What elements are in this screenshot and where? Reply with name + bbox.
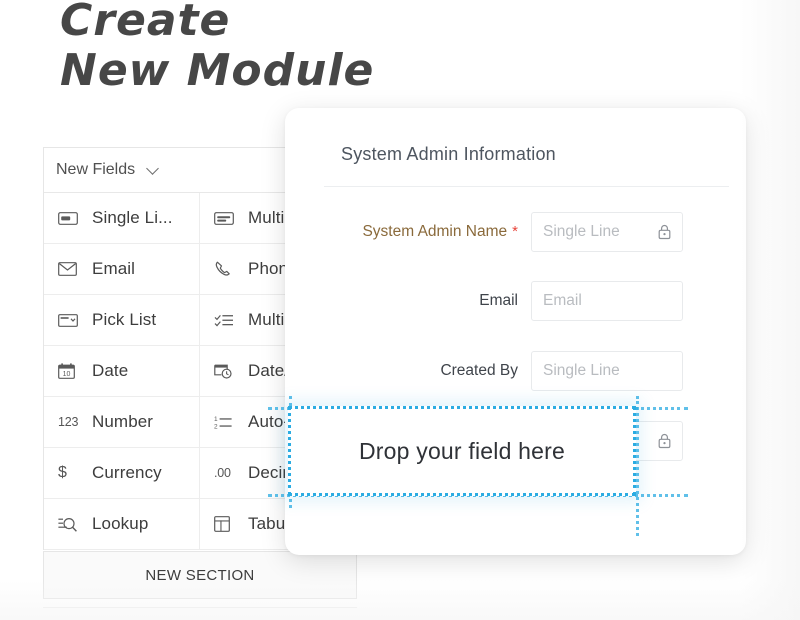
field-item-label: Single Li...	[92, 208, 173, 227]
field-item-label: Multi-	[248, 208, 291, 227]
created-by-input[interactable]: Single Line	[531, 351, 683, 391]
lock-icon	[658, 224, 671, 240]
drop-zone-label: Drop your field here	[359, 437, 565, 464]
page-title: Create New Module	[60, 0, 375, 96]
single-line-icon	[58, 209, 84, 227]
drop-guide-right	[636, 396, 639, 536]
svg-text:2: 2	[214, 424, 218, 430]
panel-bottom-divider	[43, 607, 357, 608]
card-divider	[324, 186, 729, 187]
chevron-down-icon	[147, 164, 159, 176]
form-row-created-by: Created By Single Line	[325, 351, 700, 391]
multi-select-icon	[214, 311, 240, 329]
multi-line-icon	[214, 209, 240, 227]
new-section-button[interactable]: NEW SECTION	[43, 551, 357, 599]
field-item-label: Date/	[248, 361, 290, 380]
calendar-icon: 10	[58, 362, 84, 380]
field-item-label: Number	[92, 412, 154, 431]
field-item-lookup[interactable]: Lookup	[44, 499, 200, 550]
new-section-label: NEW SECTION	[145, 566, 255, 584]
field-item-email[interactable]: Email	[44, 244, 200, 295]
tabular-icon	[214, 515, 240, 533]
date-time-icon	[214, 362, 240, 380]
input-placeholder: Single Line	[543, 223, 620, 240]
field-label-system-admin-name: System Admin Name *	[362, 223, 518, 240]
auto-number-icon: 12	[214, 413, 240, 431]
field-item-label: Email	[92, 259, 136, 278]
svg-text:10: 10	[63, 371, 71, 378]
input-placeholder: Single Line	[543, 362, 620, 379]
svg-text:1: 1	[214, 416, 218, 423]
field-item-label: Tabul	[248, 514, 290, 533]
page-edge-right	[740, 0, 800, 620]
field-item-number[interactable]: 123 Number	[44, 397, 200, 448]
lookup-icon	[58, 515, 84, 533]
card-title: System Admin Information	[341, 144, 556, 164]
required-asterisk: *	[512, 223, 518, 240]
form-row-email: Email Email	[325, 281, 700, 321]
field-label-created-by: Created By	[440, 362, 518, 379]
lock-icon	[658, 433, 671, 449]
field-item-label: Pick List	[92, 310, 157, 329]
field-item-label: Multi-	[248, 310, 291, 329]
dollar-icon: $	[58, 464, 67, 481]
phone-icon	[214, 260, 240, 278]
pick-list-icon	[58, 311, 84, 329]
system-admin-name-input[interactable]: Single Line	[531, 212, 683, 252]
form-row-system-admin-name: System Admin Name * Single Line	[325, 212, 700, 252]
field-label-email: Email	[479, 292, 518, 309]
input-placeholder: Email	[543, 292, 582, 309]
drop-zone[interactable]: Drop your field here	[288, 406, 636, 496]
field-item-label: Lookup	[92, 514, 149, 533]
123-icon: 123	[58, 415, 79, 429]
email-input[interactable]: Email	[531, 281, 683, 321]
decimal-icon: .00	[214, 466, 231, 480]
field-item-pick-list[interactable]: Pick List	[44, 295, 200, 346]
field-item-label: Auto-	[248, 412, 290, 431]
new-fields-label: New Fields	[56, 161, 136, 178]
field-item-label: Date	[92, 361, 129, 380]
envelope-icon	[58, 260, 84, 278]
field-item-single-line[interactable]: Single Li...	[44, 193, 200, 244]
field-item-currency[interactable]: $ Currency	[44, 448, 200, 499]
field-item-date[interactable]: 10 Date	[44, 346, 200, 397]
field-item-label: Currency	[92, 463, 162, 482]
